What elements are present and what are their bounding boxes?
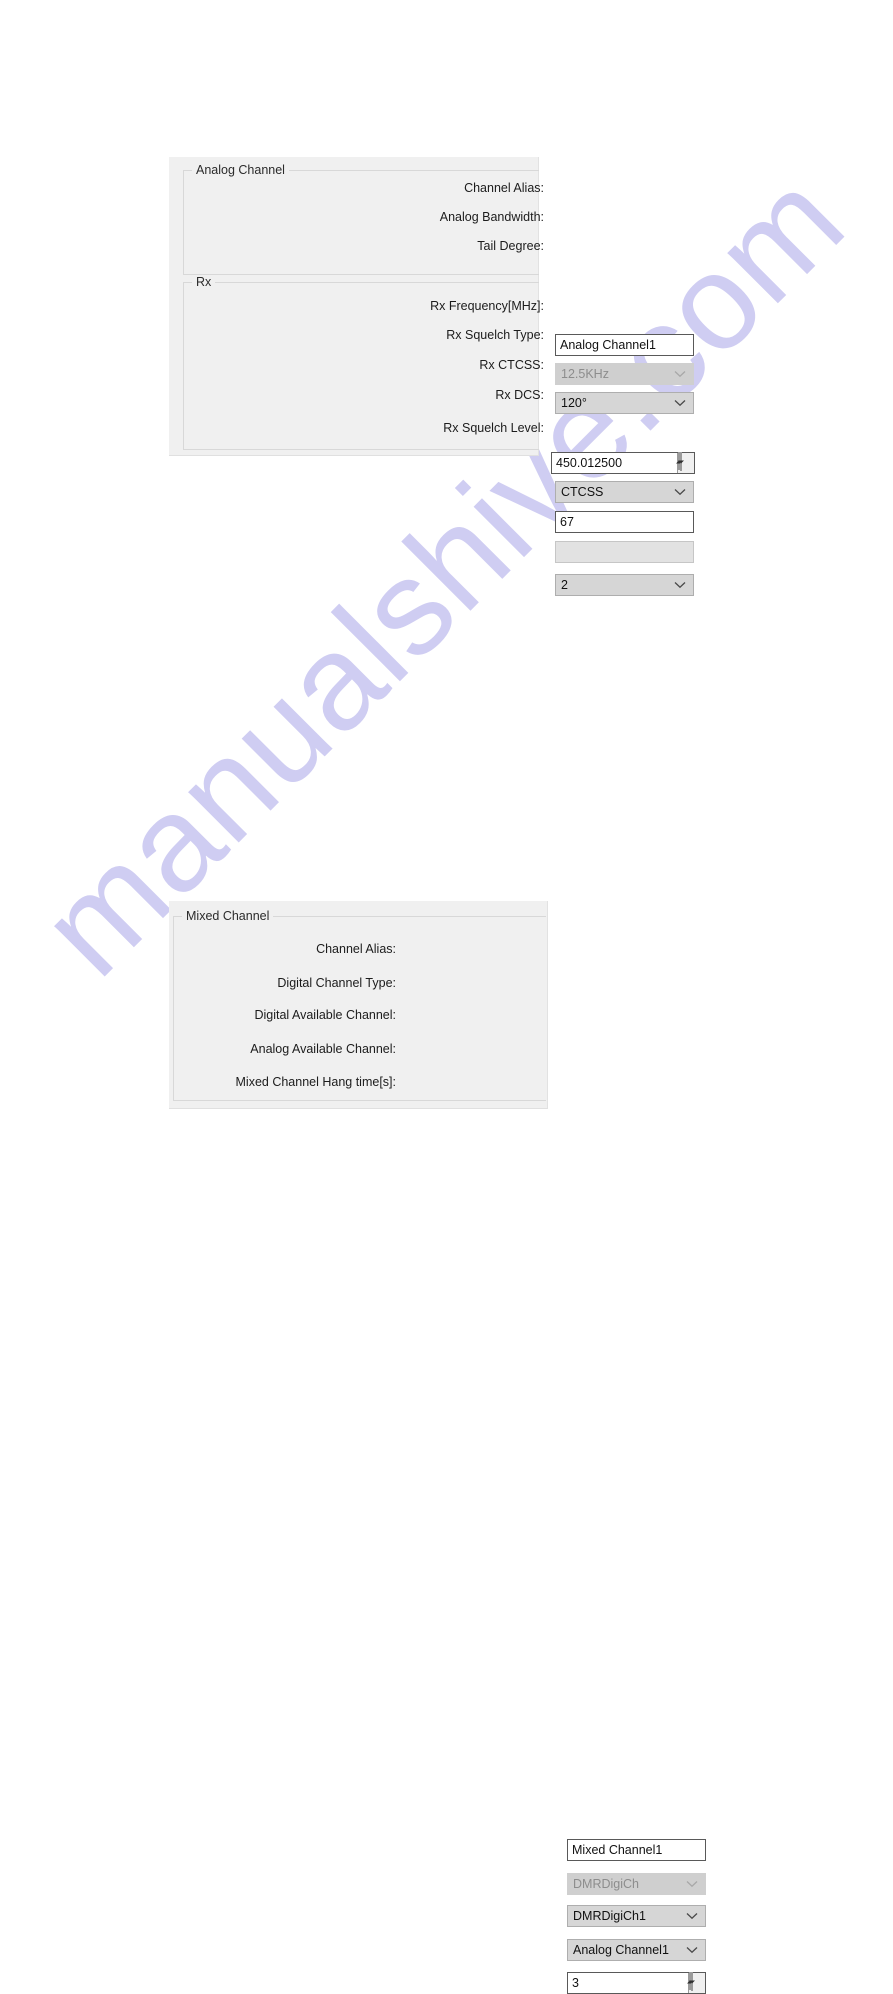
mixed-channel-dialog-panel: Mixed Channel Channel Alias: Mixed Chann… [169, 901, 706, 1994]
row-channel-alias: Channel Alias: [279, 177, 544, 199]
combo-tail-degree-value: 120° [561, 396, 587, 410]
combo-rx-squelch-level[interactable]: 2 [555, 574, 694, 596]
input-mixed-channel-alias[interactable]: Mixed Channel1 [567, 1839, 706, 1861]
rx-group-title: Rx [192, 275, 216, 289]
combo-digital-channel-type-value: DMRDigiCh [573, 1877, 639, 1891]
combo-digital-available-channel[interactable]: DMRDigiCh1 [567, 1905, 706, 1927]
row-tail-degree: Tail Degree: [279, 235, 544, 257]
label-digital-available-channel: Digital Available Channel: [254, 1008, 396, 1022]
label-rx-dcs: Rx DCS: [495, 388, 544, 402]
spinner-mixed-channel-hang-time-value: 3 [572, 1976, 579, 1990]
chevron-down-icon [674, 393, 686, 413]
combo-rx-squelch-type-value: CTCSS [561, 485, 604, 499]
input-rx-ctcss[interactable]: 67 [555, 511, 694, 533]
spinner-buttons[interactable] [676, 452, 694, 473]
combo-digital-channel-type: DMRDigiCh [567, 1873, 706, 1895]
combo-digital-available-channel-value: DMRDigiCh1 [573, 1909, 646, 1923]
combo-analog-bandwidth: 12.5KHz [555, 363, 694, 385]
label-rx-frequency: Rx Frequency[MHz]: [430, 299, 544, 313]
combo-tail-degree[interactable]: 120° [555, 392, 694, 414]
row-analog-bandwidth: Analog Bandwidth: [279, 206, 544, 228]
label-analog-bandwidth: Analog Bandwidth: [439, 210, 544, 224]
analog-channel-group-title: Analog Channel [192, 163, 289, 177]
row-rx-frequency: Rx Frequency[MHz]: [279, 295, 544, 317]
label-analog-available-channel: Analog Available Channel: [250, 1042, 396, 1056]
row-rx-squelch-level: Rx Squelch Level: [279, 417, 544, 439]
chevron-down-icon [674, 575, 686, 595]
chevron-down-icon [686, 1874, 698, 1894]
label-channel-alias: Channel Alias: [464, 181, 544, 195]
chevron-down-icon [686, 1940, 698, 1960]
input-channel-alias[interactable]: Analog Channel1 [555, 334, 694, 356]
label-tail-degree: Tail Degree: [477, 239, 544, 253]
spinner-rx-frequency[interactable]: 450.012500 [551, 452, 695, 474]
chevron-down-icon [686, 1906, 698, 1926]
chevron-down-icon [674, 482, 686, 502]
row-rx-squelch-type: Rx Squelch Type: [279, 324, 544, 346]
label-rx-ctcss: Rx CTCSS: [479, 358, 544, 372]
label-rx-squelch-type: Rx Squelch Type: [446, 328, 544, 342]
row-digital-available-channel: Digital Available Channel: [189, 1004, 396, 1026]
row-analog-available-channel: Analog Available Channel: [189, 1038, 396, 1060]
mixed-channel-group-title: Mixed Channel [182, 909, 274, 923]
analog-channel-dialog-panel: Analog Channel Channel Alias: Analog Cha… [169, 157, 695, 596]
spinner-rx-frequency-value: 450.012500 [556, 456, 623, 470]
label-digital-channel-type: Digital Channel Type: [277, 976, 396, 990]
combo-rx-squelch-type[interactable]: CTCSS [555, 481, 694, 503]
combo-rx-squelch-level-value: 2 [561, 578, 568, 592]
label-mixed-channel-hang-time: Mixed Channel Hang time[s]: [235, 1075, 397, 1089]
label-mixed-channel-alias: Channel Alias: [316, 942, 396, 956]
row-mixed-channel-alias: Channel Alias: [189, 938, 396, 960]
row-mixed-channel-hang-time: Mixed Channel Hang time[s]: [189, 1071, 397, 1093]
spinner-mixed-channel-hang-time[interactable]: 3 [567, 1972, 706, 1994]
row-digital-channel-type: Digital Channel Type: [189, 972, 396, 994]
combo-analog-available-channel[interactable]: Analog Channel1 [567, 1939, 706, 1961]
chevron-down-icon [674, 364, 686, 384]
spinner-buttons[interactable] [687, 1972, 705, 1993]
combo-analog-available-channel-value: Analog Channel1 [573, 1943, 669, 1957]
spinner-down-button[interactable] [678, 452, 684, 471]
label-rx-squelch-level: Rx Squelch Level: [443, 421, 544, 435]
combo-analog-bandwidth-value: 12.5KHz [561, 367, 609, 381]
row-rx-dcs: Rx DCS: [279, 384, 544, 406]
spinner-down-button[interactable] [689, 1972, 695, 1991]
input-rx-dcs [555, 541, 694, 563]
row-rx-ctcss: Rx CTCSS: [279, 354, 544, 376]
